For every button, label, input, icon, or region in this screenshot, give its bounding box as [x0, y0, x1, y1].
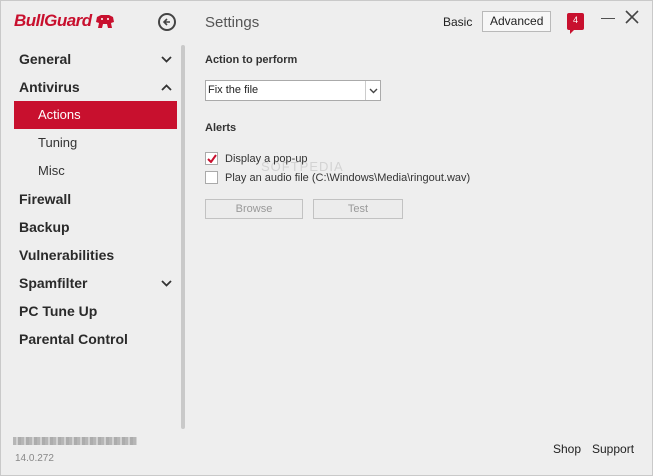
sidebar-item-antivirus[interactable]: Antivirus	[14, 73, 177, 101]
mode-basic-button[interactable]: Basic	[443, 15, 472, 29]
sidebar-item-label: Antivirus	[19, 79, 80, 95]
sidebar-subitem-misc[interactable]: Misc	[14, 157, 177, 185]
sidebar-item-firewall[interactable]: Firewall	[14, 185, 177, 213]
sidebar-subitem-tuning[interactable]: Tuning	[14, 129, 177, 157]
test-button[interactable]: Test	[313, 199, 403, 219]
support-link[interactable]: Support	[592, 442, 634, 456]
audio-checkbox[interactable]	[205, 171, 218, 184]
sidebar-item-label: Spamfilter	[19, 275, 88, 291]
popup-label: Display a pop-up	[225, 152, 308, 165]
alerts-heading: Alerts	[205, 122, 237, 134]
sidebar-subitem-actions[interactable]: Actions	[14, 101, 177, 129]
sidebar-item-backup[interactable]: Backup	[14, 213, 177, 241]
sidebar-item-label: Vulnerabilities	[19, 247, 115, 263]
sidebar-item-spamfilter[interactable]: Spamfilter	[14, 269, 177, 297]
minimize-icon[interactable]: —	[601, 9, 615, 25]
chevron-down-icon[interactable]	[365, 81, 380, 100]
sidebar-scrollbar[interactable]	[181, 45, 185, 429]
sidebar-item-label: Firewall	[19, 191, 72, 207]
sidebar-item-label: Parental Control	[19, 331, 128, 347]
sidebar-item-label: PC Tune Up	[19, 303, 98, 319]
chevron-down-icon	[161, 280, 172, 287]
action-select[interactable]: Fix the file	[205, 80, 381, 101]
sidebar-item-pc-tune-up[interactable]: PC Tune Up	[14, 297, 177, 325]
popup-checkbox[interactable]	[205, 152, 218, 165]
bullguard-logo: BullGuard	[14, 11, 115, 31]
audio-label: Play an audio file (C:\Windows\Media\rin…	[225, 171, 471, 184]
checkmark-icon	[206, 154, 217, 163]
sidebar-item-general[interactable]: General	[14, 45, 177, 73]
popup-option: Display a pop-up	[205, 152, 308, 165]
page-title: Settings	[205, 14, 260, 31]
chevron-up-icon	[161, 84, 172, 91]
notification-badge[interactable]: 4	[567, 13, 584, 34]
audio-option: Play an audio file (C:\Windows\Media\rin…	[205, 171, 470, 184]
action-select-value: Fix the file	[208, 84, 259, 96]
bulldog-icon	[95, 15, 114, 28]
settings-sidebar: General Antivirus Actions Tuning Misc Fi…	[14, 45, 177, 353]
version-label: 14.0.272	[15, 453, 54, 464]
account-info-blurred	[13, 437, 137, 445]
sidebar-item-label: Backup	[19, 219, 70, 235]
logo-text: BullGuard	[14, 11, 92, 30]
sidebar-item-label: General	[19, 51, 72, 67]
mode-advanced-button[interactable]: Advanced	[482, 11, 552, 32]
action-heading: Action to perform	[205, 54, 298, 66]
back-arrow-icon[interactable]	[158, 13, 176, 31]
close-icon[interactable]	[625, 10, 639, 24]
sidebar-item-vulnerabilities[interactable]: Vulnerabilities	[14, 241, 177, 269]
browse-button[interactable]: Browse	[205, 199, 303, 219]
sidebar-item-parental-control[interactable]: Parental Control	[14, 325, 177, 353]
settings-window: BullGuard Settings Basic Advanced 4 — Ge…	[0, 0, 653, 476]
shop-link[interactable]: Shop	[553, 442, 581, 456]
chevron-down-icon	[161, 56, 172, 63]
